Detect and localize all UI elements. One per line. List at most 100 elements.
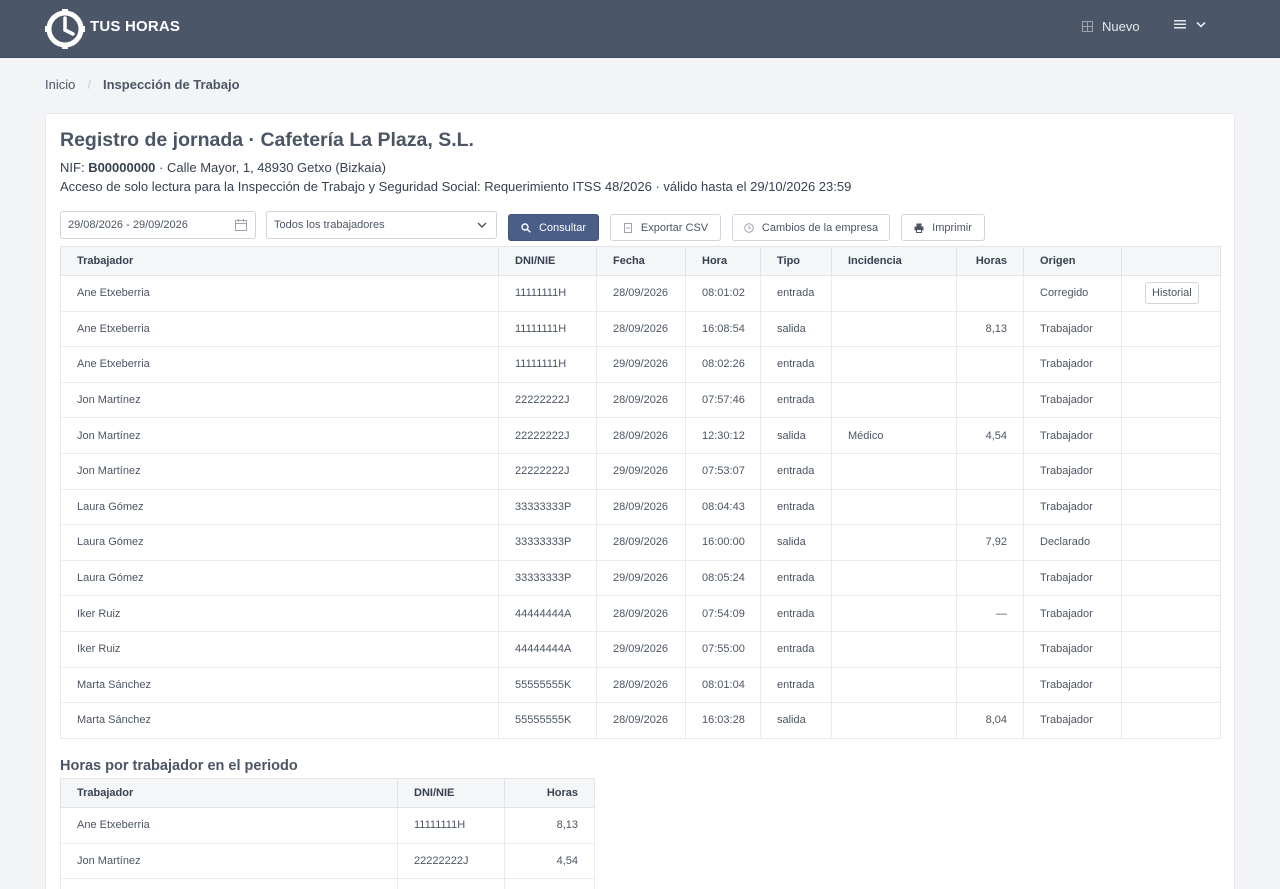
- print-button[interactable]: Imprimir: [901, 214, 985, 241]
- cell-dni: 22222222J: [498, 452, 597, 490]
- cell-dni: 33333333P: [498, 559, 597, 597]
- cell-trabajador: Iker Ruiz: [60, 595, 499, 632]
- cell-actions: [1121, 666, 1221, 704]
- column-header-dni[interactable]: DNI/NIE: [498, 246, 597, 276]
- chevron-down-icon: [1196, 21, 1206, 28]
- cell-incidencia: [831, 559, 957, 597]
- cell-fecha: 28/09/2026: [596, 595, 686, 632]
- breadcrumb-home-link[interactable]: Inicio: [45, 77, 75, 92]
- cell-actions: [1121, 346, 1221, 383]
- breadcrumb-current: Inspección de Trabajo: [102, 77, 240, 92]
- cell-trabajador: Jon Martínez: [60, 381, 499, 419]
- cell-dni: 33333333P: [498, 488, 597, 526]
- summary-cell-trabajador: Jon Martínez: [60, 842, 398, 880]
- cell-dni: 11111111H: [498, 310, 597, 348]
- calendar-icon[interactable]: [235, 219, 247, 231]
- cell-tipo: salida: [760, 310, 832, 348]
- cell-trabajador: Jon Martínez: [60, 417, 499, 454]
- cell-trabajador: Ane Etxeberria: [60, 346, 499, 383]
- summary-header-row: Trabajador DNI/NIE Horas: [60, 778, 595, 808]
- brand-name[interactable]: TUS HORAS: [90, 18, 180, 35]
- consultar-label: Consultar: [538, 221, 587, 234]
- cell-dni: 44444444A: [498, 630, 597, 668]
- cell-dni: 33333333P: [498, 524, 597, 561]
- cell-horas: 8,04: [956, 702, 1024, 739]
- column-header-hora[interactable]: Hora: [685, 246, 761, 276]
- summary-cell-dni: 22222222J: [397, 842, 505, 880]
- breadcrumb-separator: /: [87, 77, 91, 92]
- table-row: Jon Martínez 22222222J 29/09/2026 07:53:07 e…: [60, 452, 1221, 490]
- summary-title: Horas por trabajador en el periodo: [60, 758, 298, 774]
- cell-hora: 08:01:04: [685, 666, 761, 704]
- cell-hora: 12:30:12: [685, 417, 761, 454]
- cell-origen: Trabajador: [1023, 488, 1122, 526]
- summary-header-horas[interactable]: Horas: [504, 778, 595, 808]
- cell-horas: [956, 559, 1024, 597]
- print-label: Imprimir: [932, 221, 972, 234]
- cell-horas: [956, 275, 1024, 312]
- page-title: Registro de jornada · Cafetería La Plaza…: [60, 129, 474, 151]
- company-changes-button[interactable]: Cambios de la empresa: [732, 214, 890, 241]
- consultar-button[interactable]: Consultar: [508, 214, 599, 241]
- logo-clock-gear-icon[interactable]: [45, 9, 85, 49]
- cell-tipo: salida: [760, 702, 832, 739]
- historial-button[interactable]: Historial: [1145, 282, 1199, 305]
- cell-origen: Trabajador: [1023, 346, 1122, 383]
- table-row: Laura Gómez 33333333P 28/09/2026 08:04:43 en…: [60, 488, 1221, 526]
- cell-horas: 7,92: [956, 524, 1024, 561]
- column-header-actions: [1121, 246, 1221, 276]
- worker-select-value: Todos los trabajadores: [274, 219, 385, 231]
- cell-fecha: 29/09/2026: [596, 630, 686, 668]
- main-menu-toggle[interactable]: [1174, 19, 1206, 29]
- cell-horas: 4,54: [956, 417, 1024, 454]
- cell-hora: 08:01:02: [685, 275, 761, 312]
- cell-trabajador: Marta Sánchez: [60, 666, 499, 704]
- cell-origen: Trabajador: [1023, 595, 1122, 632]
- table-row: Marta Sánchez 55555555K 28/09/2026 08:01:04…: [60, 666, 1221, 704]
- cell-tipo: salida: [760, 524, 832, 561]
- table-row: Iker Ruiz 44444444A 28/09/2026 07:54:09 entr…: [60, 595, 1221, 632]
- cell-dni: 55555555K: [498, 666, 597, 704]
- cell-hora: 08:04:43: [685, 488, 761, 526]
- summary-header-trabajador[interactable]: Trabajador: [60, 778, 398, 808]
- column-header-fecha[interactable]: Fecha: [596, 246, 686, 276]
- summary-header-dni[interactable]: DNI/NIE: [397, 778, 505, 808]
- cell-fecha: 29/09/2026: [596, 452, 686, 490]
- cell-fecha: 28/09/2026: [596, 381, 686, 419]
- cell-actions: [1121, 559, 1221, 597]
- cell-actions: [1121, 595, 1221, 632]
- file-icon: [623, 222, 632, 233]
- cell-horas: [956, 381, 1024, 419]
- table-header-row: Trabajador DNI/NIE Fecha Hora Tipo Incid…: [60, 246, 1221, 276]
- export-csv-button[interactable]: Exportar CSV: [610, 214, 721, 241]
- date-range-input[interactable]: 29/08/2026 - 29/09/2026: [60, 211, 256, 239]
- column-header-tipo[interactable]: Tipo: [760, 246, 832, 276]
- cell-incidencia: [831, 346, 957, 383]
- column-header-trabajador[interactable]: Trabajador: [60, 246, 499, 276]
- column-header-incidencia[interactable]: Incidencia: [831, 246, 957, 276]
- cell-tipo: entrada: [760, 275, 832, 312]
- cell-origen: Declarado: [1023, 524, 1122, 561]
- cell-fecha: 28/09/2026: [596, 275, 686, 312]
- table-row: Ane Etxeberria 11111111H 29/09/2026 08:02:2…: [60, 346, 1221, 383]
- cell-tipo: entrada: [760, 346, 832, 383]
- cell-tipo: entrada: [760, 666, 832, 704]
- column-header-horas[interactable]: Horas: [956, 246, 1024, 276]
- cell-hora: 08:05:24: [685, 559, 761, 597]
- cell-incidencia: [831, 524, 957, 561]
- top-navbar: TUS HORAS Nuevo: [0, 0, 1280, 58]
- cell-incidencia: [831, 452, 957, 490]
- export-csv-label: Exportar CSV: [640, 221, 709, 234]
- cell-hora: 07:53:07: [685, 452, 761, 490]
- nif-value: B00000000: [88, 160, 156, 175]
- nav-nuevo-button[interactable]: Nuevo: [1082, 19, 1140, 34]
- worker-select[interactable]: Todos los trabajadores: [266, 211, 497, 239]
- cell-incidencia: [831, 630, 957, 668]
- time-records-table: Trabajador DNI/NIE Fecha Hora Tipo Incid…: [60, 246, 1221, 739]
- table-row: Laura Gómez 33333333P 29/09/2026 08:05:24 en…: [60, 559, 1221, 597]
- cell-tipo: entrada: [760, 595, 832, 632]
- cell-dni: 55555555K: [498, 702, 597, 739]
- column-header-origen[interactable]: Origen: [1023, 246, 1122, 276]
- cell-actions: [1121, 488, 1221, 526]
- cell-fecha: 28/09/2026: [596, 310, 686, 348]
